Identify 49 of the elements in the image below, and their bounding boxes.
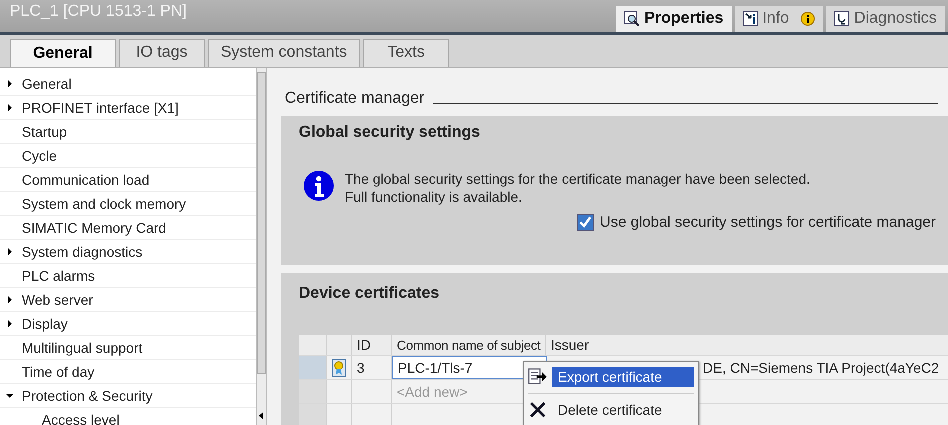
checkbox[interactable] xyxy=(577,214,594,231)
window-title: PLC_1 [CPU 1513-1 PN] xyxy=(9,3,187,22)
panel-title: Global security settings xyxy=(299,123,482,142)
warning-badge-icon xyxy=(801,12,816,26)
panel-title: Device certificates xyxy=(299,284,441,303)
tree-item[interactable]: General xyxy=(0,72,256,96)
view-tab[interactable]: Info xyxy=(734,6,824,32)
scrollbar[interactable] xyxy=(256,68,267,425)
menu-item[interactable]: Delete certificate xyxy=(552,400,694,420)
checkbox-label: Use global security settings for certificate manager xyxy=(600,214,936,231)
tree-item[interactable]: Multilingual support xyxy=(0,336,256,360)
section-title: Certificate manager xyxy=(285,90,425,108)
info-icon xyxy=(303,170,335,202)
tree-item[interactable]: Communication load xyxy=(0,168,256,192)
tree-item[interactable]: Startup xyxy=(0,120,256,144)
tree-item[interactable]: Protection & Security xyxy=(0,384,256,408)
view-tab[interactable]: Diagnostics xyxy=(826,6,945,32)
collapsed-arrow-icon[interactable] xyxy=(6,104,14,112)
tree-item[interactable]: PLC alarms xyxy=(0,264,256,288)
column-header[interactable]: ID xyxy=(352,335,392,355)
tree-item[interactable]: Web server xyxy=(0,288,256,312)
tree-item[interactable]: PROFINET interface [X1] xyxy=(0,96,256,120)
magnifier-icon xyxy=(624,11,640,27)
view-tab[interactable]: Properties xyxy=(616,6,732,32)
scroll-left-icon[interactable] xyxy=(259,412,264,420)
tree-item[interactable]: Cycle xyxy=(0,144,256,168)
collapsed-arrow-icon[interactable] xyxy=(6,80,14,88)
tree-item[interactable]: System and clock memory xyxy=(0,192,256,216)
tree-item[interactable]: SIMATIC Memory Card xyxy=(0,216,256,240)
column-header[interactable]: Issuer xyxy=(546,335,948,355)
info-message: The global security settings for the certificate manager have been selected. Full functionality is available. xyxy=(345,170,810,206)
collapsed-arrow-icon[interactable] xyxy=(6,248,14,256)
menu-item[interactable]: Export certificate xyxy=(552,367,694,387)
delete-icon xyxy=(528,401,548,419)
collapsed-arrow-icon[interactable] xyxy=(6,296,14,304)
expanded-arrow-icon[interactable] xyxy=(6,392,14,400)
certificate-icon xyxy=(332,358,346,376)
stethoscope-icon xyxy=(834,11,850,27)
tab[interactable]: System constants xyxy=(208,39,360,67)
export-icon xyxy=(528,368,548,386)
tree-item[interactable]: Display xyxy=(0,312,256,336)
column-header[interactable]: Common name of subject xyxy=(392,335,546,355)
tab[interactable]: General xyxy=(10,39,116,67)
table-cell: DE, CN=Siemens TIA Project(4aYeC2 xyxy=(703,360,940,376)
tree-item[interactable]: System diagnostics xyxy=(0,240,256,264)
tree-item[interactable]: Time of day xyxy=(0,360,256,384)
tab[interactable]: IO tags xyxy=(119,39,205,67)
tab[interactable]: Texts xyxy=(363,39,450,67)
collapsed-arrow-icon[interactable] xyxy=(6,320,14,328)
